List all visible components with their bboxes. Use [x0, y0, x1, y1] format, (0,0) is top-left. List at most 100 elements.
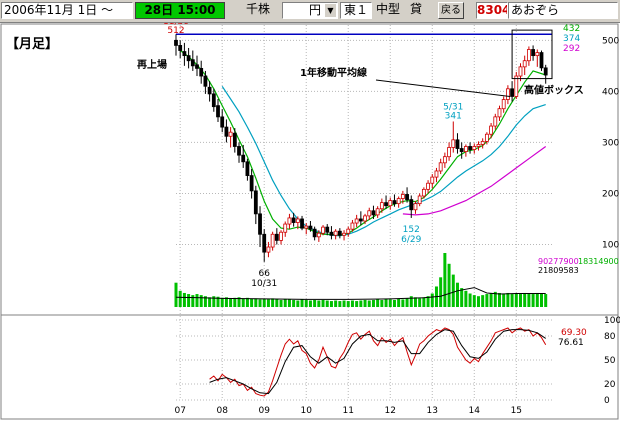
volume-bar: [481, 295, 485, 307]
candle-body: [279, 231, 283, 241]
candle-body: [497, 108, 502, 118]
candle-body: [375, 208, 380, 216]
volume-bar: [187, 294, 191, 307]
stock-name-field[interactable]: あおぞら: [508, 2, 618, 19]
monthly-chart: 07080910111213141510020030040050011/3051…: [0, 23, 620, 420]
chart-window: 2006年11月 1日 ～ 28日 15:00 千株 円 ▼ 東１ 中型 貸 戻…: [0, 0, 620, 421]
candle-body: [216, 105, 220, 118]
ma-mid-line: [221, 85, 546, 237]
oscillator-fast-line: [209, 327, 547, 397]
volume-bar: [527, 293, 531, 307]
volume-bar: [510, 294, 514, 307]
date-to-field[interactable]: 28日 15:00: [135, 2, 225, 19]
volume-bar: [388, 299, 392, 307]
oscillator-value-label: 69.30: [561, 328, 587, 338]
candle-body: [396, 198, 401, 205]
stock-code-field[interactable]: 8304: [476, 2, 508, 19]
volume-bar: [178, 290, 182, 307]
volume-bar: [262, 298, 266, 307]
low-date-label: 10/31: [251, 279, 277, 289]
candle-body: [514, 75, 519, 97]
chevron-down-icon[interactable]: ▼: [325, 4, 336, 17]
price-tick-label: 500: [602, 36, 619, 46]
unit-label: 千株: [246, 2, 271, 16]
oscillator-tick-label: 100: [604, 316, 620, 326]
candle-body: [543, 67, 548, 76]
volume-bar: [254, 298, 258, 307]
volume-bar: [413, 297, 417, 307]
volume-bar: [367, 300, 371, 307]
candle-body: [249, 175, 254, 192]
candle-body: [321, 226, 325, 234]
candle-body: [476, 144, 481, 147]
volume-bar: [397, 298, 401, 307]
candle-body: [241, 154, 246, 163]
volume-bar: [392, 299, 396, 307]
volume-bar: [271, 298, 275, 307]
candle-body: [379, 202, 384, 210]
candle-body: [451, 139, 456, 148]
candle-body: [459, 148, 464, 152]
chart-title: 【月足】: [6, 36, 58, 52]
volume-bar: [460, 288, 464, 307]
volume-bar: [250, 298, 254, 307]
candle-body: [358, 218, 363, 222]
candle-body: [434, 170, 439, 178]
volume-bar: [342, 300, 346, 307]
x-tick-label: 11: [343, 406, 354, 416]
ma-long-line: [402, 146, 547, 216]
volume-label: 90277900: [538, 257, 579, 266]
candle-body: [409, 199, 414, 211]
ma-value-label: 432: [563, 24, 580, 34]
volume-bar: [455, 282, 459, 307]
volume-bar: [497, 292, 501, 307]
candle-body: [455, 139, 460, 149]
volume-bar: [464, 290, 468, 307]
oscillator-tick-label: 20: [604, 380, 616, 390]
volume-bar: [208, 297, 212, 307]
currency-select[interactable]: 円 ▼: [282, 2, 338, 19]
market-field[interactable]: 東１: [340, 2, 372, 19]
volume-label: 21809583: [538, 266, 579, 275]
volume-bar: [325, 300, 329, 307]
candle-body: [472, 146, 477, 150]
volume-bar: [472, 295, 476, 307]
volume-bar: [229, 298, 233, 307]
volume-bar: [199, 295, 203, 307]
candle-body: [300, 218, 304, 229]
volume-bar: [279, 299, 283, 307]
candle-body: [388, 200, 393, 207]
volume-bar: [233, 297, 237, 307]
candle-body: [207, 86, 212, 95]
oscillator-tick-label: 80: [604, 332, 616, 342]
x-tick-label: 12: [385, 406, 396, 416]
price-tick-label: 100: [602, 240, 619, 250]
volume-bar: [300, 299, 304, 307]
volume-bar: [355, 301, 359, 307]
volume-bar: [430, 293, 434, 307]
candle-body: [371, 210, 376, 216]
volume-bar: [514, 293, 518, 307]
volume-label: 18314900: [578, 257, 619, 266]
candle-body: [363, 215, 367, 222]
margin-label: 貸: [410, 2, 423, 16]
volume-bar: [292, 299, 296, 307]
volume-bar: [489, 292, 493, 307]
volume-bar: [376, 299, 380, 307]
volume-bar: [539, 293, 543, 307]
volume-bar: [447, 263, 451, 307]
candle-body: [522, 60, 527, 68]
candle-body: [484, 133, 489, 142]
back-button[interactable]: 戻る: [438, 2, 464, 19]
volume-bar: [544, 294, 548, 307]
candle-body: [367, 210, 372, 217]
candle-body: [224, 126, 229, 137]
date-from-field[interactable]: 2006年11月 1日 ～: [1, 2, 133, 19]
candle-body: [350, 222, 355, 230]
ma-line-pointer: [375, 79, 511, 97]
volume-bar: [443, 253, 447, 307]
candle-body: [442, 156, 447, 164]
candle-body: [337, 230, 342, 236]
volume-bar: [350, 300, 354, 307]
candle-body: [384, 202, 388, 207]
